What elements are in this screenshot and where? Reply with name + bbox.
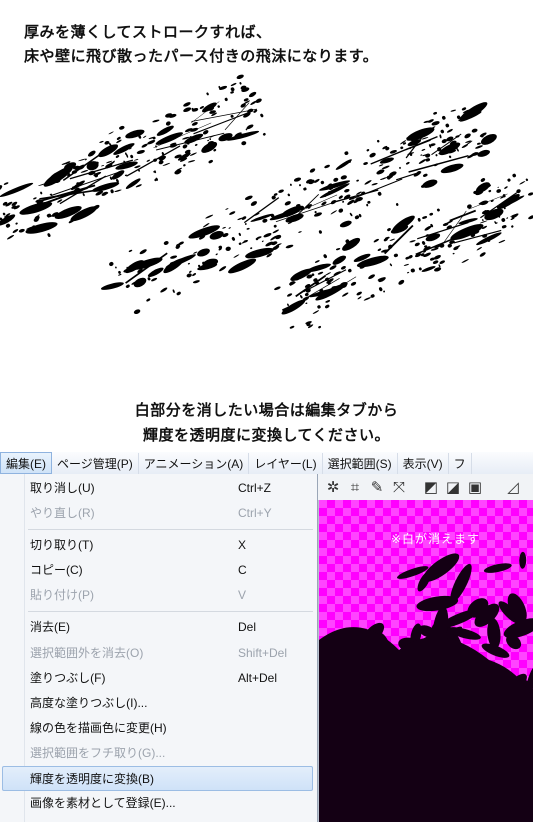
menubar-item[interactable]: 編集(E): [0, 452, 52, 474]
caption-line: 厚みを薄くしてストロークすれば、: [24, 23, 272, 41]
menu-item[interactable]: 貼り付け(P) V: [0, 583, 317, 608]
menubar-item[interactable]: フ: [449, 453, 472, 474]
menu-item[interactable]: 切り取り(T) X: [0, 533, 317, 558]
menu-item[interactable]: 塗りつぶし(F) Alt+Del: [0, 666, 317, 691]
menu-item[interactable]: やり直し(R) Ctrl+Y: [0, 501, 317, 526]
menu-separator: [28, 529, 313, 531]
menu-item-label: 塗りつぶし(F): [30, 670, 106, 685]
menu-item-luminance-to-transparency[interactable]: 輝度を透明度に変換(B): [2, 766, 313, 792]
caption-line: 輝度を透明度に変換してください。: [142, 426, 391, 444]
menu-item-label: 選択範囲をフチ取り(G)...: [30, 745, 166, 760]
menu-bar: 編集(E) ページ管理(P) アニメーション(A) レイヤー(L) 選択範囲(S) 表示(…: [0, 452, 533, 475]
menu-item-label: 画像を素材として登録(E)...: [30, 796, 176, 811]
menu-item-shortcut: Ctrl+Z: [238, 481, 271, 495]
menu-item-shortcut: Del: [238, 620, 257, 635]
menu-item-shortcut: Alt+Del: [238, 670, 278, 685]
menu-item-shortcut: Shift+Del: [238, 645, 288, 660]
canvas-toolbar: ✲ ⌗ ✎ ⤧ ◩ ◪ ▣ ◿: [318, 474, 533, 501]
gradient-icon[interactable]: ◪: [444, 478, 462, 496]
ink-splatter-illustration: [0, 74, 533, 329]
caption-line: 床や壁に飛び散ったパース付きの飛沫になります。: [24, 47, 379, 65]
canvas-area[interactable]: ※白が消えます: [318, 500, 533, 822]
menu-item-label: 輝度を透明度に変換(B): [30, 772, 154, 787]
instruction-caption-middle: 白部分を消したい場合は編集タブから 輝度を透明度に変換してください。: [0, 398, 533, 448]
menu-item[interactable]: 画像を素材として登録(E)...: [0, 791, 317, 816]
menu-separator: [28, 611, 313, 613]
menubar-item[interactable]: ページ管理(P): [52, 453, 139, 474]
menu-item-label: 取り消し(U): [30, 481, 95, 495]
menu-item-shortcut: Ctrl+Y: [238, 506, 272, 521]
pen-tool-icon[interactable]: ✎: [368, 478, 386, 496]
menu-item-shortcut: V: [238, 588, 247, 603]
flip-icon[interactable]: ◩: [422, 478, 440, 496]
menu-item-label: 貼り付け(P): [30, 588, 94, 603]
menu-item[interactable]: 高度な塗りつぶし(I)...: [0, 691, 317, 716]
menubar-item[interactable]: 表示(V): [398, 453, 449, 474]
frame-icon[interactable]: ▣: [466, 478, 484, 496]
leaf-silhouette-art: [319, 551, 533, 822]
instruction-caption-top: 厚みを薄くしてストロークすれば、 床や壁に飛び散ったパース付きの飛沫になります。: [24, 20, 378, 68]
canvas-note: ※白が消えます: [391, 532, 481, 546]
sparkle-select-icon[interactable]: ✲: [324, 478, 342, 496]
menu-item-label: 切り取り(T): [30, 538, 94, 553]
menu-item[interactable]: 消去(E) Del: [0, 615, 317, 640]
menu-item-label: 線の色を描画色に変更(H): [30, 720, 167, 735]
menu-item[interactable]: 選択範囲をフチ取り(G)...: [0, 741, 317, 766]
menu-item-shortcut: X: [238, 538, 247, 553]
crop-frame-icon[interactable]: ⌗: [346, 478, 364, 496]
menu-item-label: 高度な塗りつぶし(I)...: [30, 695, 148, 710]
perspective-ruler-icon[interactable]: ◿: [504, 478, 522, 496]
menubar-item[interactable]: レイヤー(L): [249, 453, 323, 474]
menu-item[interactable]: 選択範囲外を消去(O) Shift+Del: [0, 641, 317, 666]
menu-item-label: やり直し(R): [30, 506, 95, 521]
menu-item[interactable]: 取り消し(U) Ctrl+Z: [0, 476, 317, 501]
caption-line: 白部分を消したい場合は編集タブから: [134, 401, 399, 419]
menu-item[interactable]: コピー(C) C: [0, 558, 317, 583]
menu-item-label: 消去(E): [30, 620, 70, 635]
menu-item-label: 選択範囲外を消去(O): [30, 645, 144, 660]
transform-icon[interactable]: ⤧: [390, 478, 408, 496]
menu-item-label: コピー(C): [30, 563, 83, 578]
menubar-item[interactable]: アニメーション(A): [139, 453, 250, 474]
menu-item-shortcut: C: [238, 563, 247, 578]
menubar-item[interactable]: 選択範囲(S): [323, 453, 398, 474]
edit-menu-dropdown: 取り消し(U) Ctrl+Z やり直し(R) Ctrl+Y 切り取り(T) X コピー(C)…: [0, 474, 318, 822]
menu-item[interactable]: 線の色を描画色に変更(H): [0, 716, 317, 741]
